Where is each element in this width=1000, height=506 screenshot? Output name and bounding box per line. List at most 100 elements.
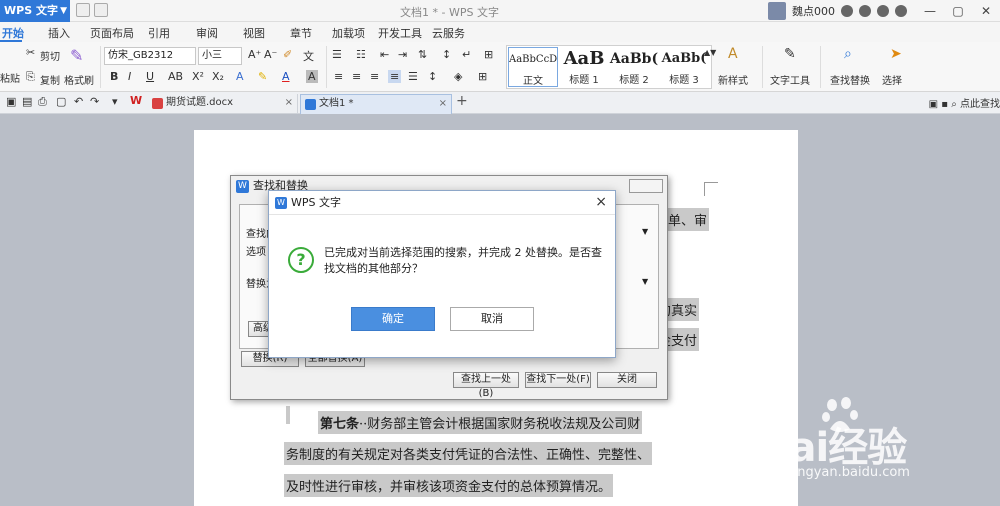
style-heading-2[interactable]: AaBb( 标题 2 — [609, 47, 659, 87]
close-icon[interactable]: × — [285, 94, 293, 112]
style-heading-1[interactable]: AaB 标题 1 — [559, 47, 609, 87]
tab-insert[interactable]: 插入 — [48, 25, 70, 41]
pinyin-icon[interactable]: 文 — [303, 48, 314, 64]
text-tools-button[interactable]: 文字工具 — [770, 72, 810, 87]
chevron-down-icon[interactable]: ▼ — [642, 277, 648, 286]
find-previous-button[interactable]: 查找上一处(B) — [453, 372, 519, 399]
font-name-select[interactable]: 仿宋_GB2312 — [104, 47, 196, 65]
close-icon[interactable]: × — [595, 194, 607, 210]
user-name[interactable]: 魏点000 — [792, 3, 835, 19]
paste-button[interactable]: 粘贴 — [0, 70, 20, 85]
find-next-button[interactable]: 查找下一处(F) — [525, 372, 591, 388]
clear-format-icon[interactable]: ✐ — [283, 48, 292, 61]
style-normal[interactable]: AaBbCcD 正文 — [508, 47, 558, 87]
tab-section[interactable]: 章节 — [290, 25, 312, 41]
strikethrough-icon[interactable]: AB — [168, 70, 183, 83]
settings-icon[interactable] — [859, 5, 871, 17]
tab-page-layout[interactable]: 页面布局 — [90, 25, 134, 41]
tab-developer[interactable]: 开发工具 — [378, 25, 422, 41]
char-shading-icon[interactable]: A — [306, 70, 318, 83]
print-icon[interactable] — [94, 3, 108, 17]
tab-home[interactable]: 开始 — [2, 25, 24, 41]
minimize-icon[interactable]: — — [916, 0, 944, 22]
close-icon[interactable]: ✕ — [972, 0, 1000, 22]
save-icon[interactable]: ▣ — [6, 95, 16, 108]
copy-icon[interactable]: ⎘ — [26, 70, 35, 84]
maximize-icon[interactable]: ▢ — [944, 0, 972, 22]
tab-review[interactable]: 审阅 — [196, 25, 218, 41]
font-color-icon[interactable]: A — [282, 70, 290, 83]
justify-icon[interactable]: ≡ — [388, 70, 402, 83]
redo-icon[interactable]: ↷ — [90, 95, 99, 108]
underline-icon[interactable]: U — [146, 70, 154, 83]
scissors-icon[interactable]: ✂ — [26, 46, 35, 59]
save-icon[interactable] — [76, 3, 90, 17]
find-replace-button[interactable]: 查找替换 — [830, 72, 870, 87]
new-style-icon[interactable]: A — [728, 46, 738, 62]
superscript-icon[interactable]: X² — [192, 70, 204, 83]
chevron-down-icon[interactable]: ▾ — [112, 95, 118, 108]
numbering-icon[interactable]: ☷ — [356, 48, 366, 61]
close-button[interactable] — [629, 179, 663, 193]
dialog-close-button[interactable]: 关闭 — [597, 372, 657, 388]
gallery-scroll-icon[interactable]: ▲▼ — [704, 48, 716, 57]
border-icon[interactable]: ⊞ — [478, 70, 487, 83]
align-left-icon[interactable]: ≡ — [334, 70, 343, 83]
bold-icon[interactable]: B — [110, 70, 118, 83]
decrease-indent-icon[interactable]: ⇤ — [380, 48, 389, 61]
tab-document-2[interactable]: 文档1 * × — [300, 94, 452, 114]
select-button[interactable]: 选择 — [882, 72, 902, 87]
highlight-icon[interactable]: ✎ — [258, 70, 267, 83]
close-icon[interactable]: × — [439, 95, 447, 113]
tab-addins[interactable]: 加载项 — [332, 25, 365, 41]
app-menu-button[interactable]: WPS 文字 ▼ — [0, 0, 70, 22]
pdf-icon[interactable]: ▤ — [22, 95, 32, 108]
tab-cloud[interactable]: 云服务 — [432, 25, 465, 41]
italic-icon[interactable]: I — [128, 70, 131, 83]
avatar[interactable] — [768, 2, 786, 20]
doc-search[interactable]: ▣ ▪ ⌕ 点此查找 — [929, 95, 1000, 110]
print-icon[interactable]: ⎙ — [38, 95, 47, 109]
new-tab-icon[interactable]: + — [456, 93, 468, 109]
ok-button[interactable]: 确定 — [351, 307, 435, 331]
shading-icon[interactable]: ◈ — [454, 70, 462, 83]
comment-icon[interactable]: ▣ — [929, 99, 938, 110]
document-text-line: 第七条··财务部主管会计根据国家财务税收法规及公司财 — [318, 411, 643, 434]
format-painter-button[interactable]: 格式刷 — [64, 72, 94, 87]
font-size-select[interactable]: 小三 — [198, 47, 242, 65]
tab-document-1[interactable]: 期货试题.docx × — [148, 94, 298, 114]
skin-icon[interactable] — [841, 5, 853, 17]
feedback-icon[interactable] — [895, 5, 907, 17]
show-marks-icon[interactable]: ↵ — [462, 48, 471, 61]
new-style-button[interactable]: 新样式 — [718, 72, 748, 87]
collapse-icon[interactable]: ▪ — [941, 99, 948, 110]
style-heading-3[interactable]: AaBb( 标题 3 — [659, 47, 709, 87]
cancel-button[interactable]: 取消 — [450, 307, 534, 331]
align-center-icon[interactable]: ≡ — [352, 70, 361, 83]
text-tools-icon[interactable]: ✎ — [784, 46, 796, 62]
undo-icon[interactable]: ↶ — [74, 95, 83, 108]
sort-icon[interactable]: ↕ — [442, 48, 451, 61]
help-icon[interactable] — [877, 5, 889, 17]
preview-icon[interactable]: ▢ — [56, 95, 66, 108]
find-replace-icon[interactable]: ⌕ — [844, 46, 852, 62]
distributed-icon[interactable]: ☰ — [408, 70, 418, 83]
line-spacing-icon[interactable]: ↕ — [428, 70, 437, 83]
shrink-font-icon[interactable]: A⁻ — [264, 48, 277, 61]
format-painter-icon[interactable]: ✎ — [70, 46, 83, 65]
bullets-icon[interactable]: ☰ — [332, 48, 342, 61]
align-right-icon[interactable]: ≡ — [370, 70, 379, 83]
copy-button[interactable]: 复制 — [40, 72, 60, 87]
subscript-icon[interactable]: X₂ — [212, 70, 224, 83]
cut-button[interactable]: 剪切 — [40, 48, 60, 63]
table-icon[interactable]: ⊞ — [484, 48, 493, 61]
chinese-layout-icon[interactable]: ⇅ — [418, 48, 427, 61]
text-effect-icon[interactable]: A — [236, 70, 244, 83]
tab-references[interactable]: 引用 — [148, 25, 170, 41]
grow-font-icon[interactable]: A⁺ — [248, 48, 261, 61]
wps-logo-icon[interactable]: W — [130, 94, 142, 107]
chevron-down-icon[interactable]: ▼ — [642, 227, 648, 236]
cursor-icon[interactable]: ➤ — [890, 46, 902, 62]
tab-view[interactable]: 视图 — [243, 25, 265, 41]
increase-indent-icon[interactable]: ⇥ — [398, 48, 407, 61]
